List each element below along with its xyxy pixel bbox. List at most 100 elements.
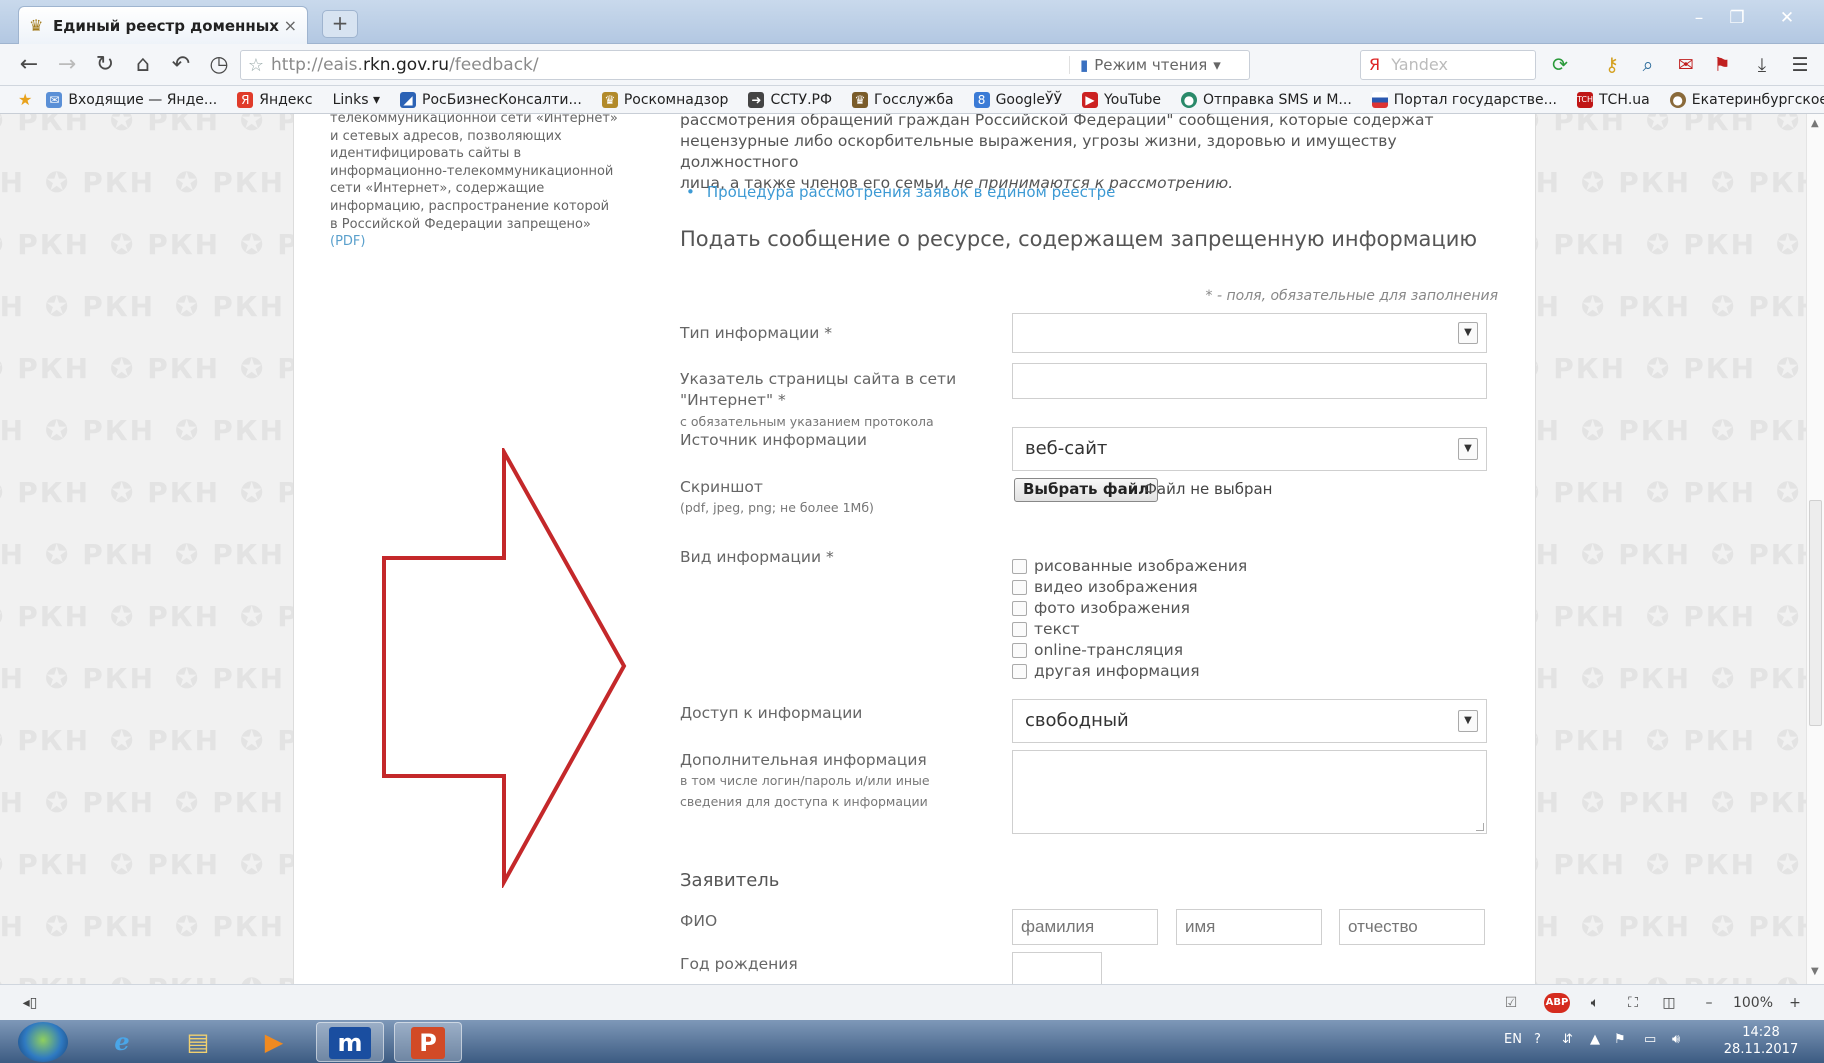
adblock-icon[interactable]: ABP (1544, 993, 1570, 1013)
checkbox-photo[interactable]: фото изображения (1012, 599, 1190, 617)
bookmark-item[interactable]: ♛ Госслужба (852, 91, 954, 108)
internet-explorer-icon[interactable]: e (88, 1022, 156, 1062)
bookmark-item[interactable]: ● Отправка SMS и М... (1180, 91, 1352, 108)
bookmark-item[interactable]: ➜ ССТУ.РФ (748, 91, 832, 108)
menu-icon[interactable]: ☰ (1786, 52, 1814, 78)
checkbox[interactable] (1012, 663, 1027, 679)
checkmark-icon[interactable]: ☑ (1500, 993, 1522, 1013)
fullscreen-icon[interactable]: ⛶ (1622, 993, 1644, 1013)
checkbox-online-stream[interactable]: online-трансляция (1012, 641, 1183, 659)
zoom-level[interactable]: 100% (1728, 993, 1778, 1013)
checkbox[interactable] (1012, 600, 1027, 616)
checkbox-video[interactable]: видео изображения (1012, 578, 1198, 596)
speaker-icon[interactable]: 🔊︎ (1672, 1032, 1680, 1047)
vertical-scrollbar[interactable]: ▲ ▼ (1806, 114, 1824, 984)
download-icon[interactable]: ⤓ (1748, 52, 1776, 78)
powerpoint-icon[interactable]: P (394, 1022, 462, 1062)
browser-statusbar: ◂▯ ☑ ABP 🔈︎ ⛶ ◫ – 100% + (0, 984, 1824, 1020)
web-page: ✪ РКН ✪ РКН ✪ РКН ✪ РКН ✪ РКН ✪ РКН ✪ РКН ✪ РКН… (0, 114, 1824, 984)
history-icon[interactable]: ◷ (204, 50, 234, 80)
sync-icon[interactable]: ⟳ (1546, 52, 1574, 78)
back-icon[interactable]: ← (14, 50, 44, 80)
volume-icon[interactable]: 🔈︎ (1584, 993, 1606, 1013)
watermark-text: ✪ РКН (1536, 476, 1627, 509)
bookmark-item[interactable]: Портал государстве... (1371, 91, 1557, 108)
checkbox-drawn-images[interactable]: рисованные изображения (1012, 557, 1247, 575)
surname-input[interactable] (1012, 909, 1158, 945)
url-input[interactable] (1012, 363, 1487, 399)
reading-mode-button[interactable]: ▮ Режим чтения ▾ (1069, 56, 1249, 74)
home-icon[interactable]: ⌂ (128, 50, 158, 80)
bookmark-item[interactable]: ✉ Входящие — Янде... (46, 91, 217, 108)
windows-start-button[interactable] (18, 1022, 68, 1062)
scrollbar-thumb[interactable] (1809, 500, 1822, 726)
procedure-link[interactable]: Процедура рассмотрения заявок в едином р… (686, 183, 1115, 201)
checkbox[interactable] (1012, 579, 1027, 595)
zoom-out-button[interactable]: – (1700, 993, 1718, 1013)
undo-close-icon[interactable]: ↶ (166, 50, 196, 80)
info-type-label: Тип информации * (680, 324, 832, 342)
checkbox[interactable] (1012, 558, 1027, 574)
close-window-icon[interactable]: ✕ (1770, 8, 1804, 28)
source-select[interactable]: веб-сайт ▼ (1012, 427, 1487, 471)
mail-icon[interactable]: ✉ (1672, 52, 1700, 78)
choose-file-button[interactable]: Выбрать файл (1014, 478, 1159, 502)
checkbox[interactable] (1012, 621, 1027, 637)
url-text[interactable]: http://eais.rkn.gov.ru/feedback/ (271, 55, 1069, 75)
flag-icon[interactable]: ⚑ (1708, 52, 1736, 78)
access-select[interactable]: свободный ▼ (1012, 699, 1487, 743)
watermark-text: ✪ РКН (0, 476, 91, 509)
name-input[interactable] (1176, 909, 1322, 945)
show-hidden-icons-icon[interactable]: ▲ (1590, 1032, 1600, 1047)
bookmark-item[interactable]: Я Яндекс (237, 91, 313, 108)
bookmark-item[interactable]: ▶ YouTube (1082, 91, 1161, 108)
dropdown-arrow-icon[interactable]: ▼ (1458, 438, 1478, 460)
network-icon[interactable]: ⇵ (1562, 1032, 1573, 1047)
checkbox-other[interactable]: другая информация (1012, 662, 1200, 680)
dropdown-arrow-icon[interactable]: ▼ (1458, 322, 1478, 344)
watermark-text: ✪ РКН (45, 166, 156, 199)
tab-close-icon[interactable]: × (284, 16, 297, 35)
translate-icon[interactable]: ⌕ (1634, 52, 1662, 78)
forward-icon[interactable]: → (52, 50, 82, 80)
address-bar[interactable]: ☆ http://eais.rkn.gov.ru/feedback/ ▮ Реж… (240, 50, 1250, 80)
browser-tab[interactable]: ♛ Единый реестр доменных им... × (18, 6, 308, 44)
birth-year-input[interactable] (1012, 952, 1102, 984)
bookmark-item[interactable]: ● Екатеринбургское (1669, 91, 1824, 108)
zoom-in-button[interactable]: + (1786, 993, 1804, 1013)
new-tab-button[interactable]: + (322, 10, 358, 38)
bookmark-item[interactable]: TCH ТСН.ua (1577, 91, 1650, 108)
extra-info-textarea[interactable] (1012, 750, 1487, 834)
bookmark-folder[interactable]: Links ▾ (333, 92, 380, 108)
file-explorer-icon[interactable]: ▤ (164, 1022, 232, 1062)
bookmark-item[interactable]: 8 GoogleЎЎ (973, 91, 1062, 108)
split-view-icon[interactable]: ◫ (1658, 993, 1680, 1013)
scroll-up-icon[interactable]: ▲ (1811, 118, 1819, 129)
sidebar-toggle-icon[interactable]: ◂▯ (20, 993, 40, 1013)
dropdown-arrow-icon[interactable]: ▼ (1458, 710, 1478, 732)
search-input[interactable]: Я Yandex (1360, 50, 1536, 80)
minimize-icon[interactable]: – (1682, 8, 1716, 28)
language-indicator[interactable]: EN (1504, 1032, 1522, 1047)
media-player-icon[interactable]: ▶ (240, 1022, 308, 1062)
bookmarks-star-icon[interactable]: ★ (18, 90, 32, 109)
key-icon[interactable]: ⚷ (1598, 52, 1626, 78)
action-center-icon[interactable]: ⚑ (1614, 1032, 1626, 1047)
bookmark-item[interactable]: ♛ Роскомнадзор (601, 91, 728, 108)
system-clock[interactable]: 14:28 28.11.2017 (1716, 1024, 1806, 1058)
checkbox-text[interactable]: текст (1012, 620, 1079, 638)
reload-icon[interactable]: ↻ (90, 50, 120, 80)
patronymic-input[interactable] (1339, 909, 1485, 945)
scroll-down-icon[interactable]: ▼ (1811, 966, 1819, 977)
help-icon[interactable]: ? (1534, 1032, 1541, 1047)
resize-handle-icon[interactable] (1476, 823, 1484, 831)
restore-icon[interactable]: ❐ (1720, 8, 1754, 28)
maxthon-browser-icon[interactable]: m (316, 1022, 384, 1062)
bookmark-item[interactable]: ◢ РосБизнесКонсалти... (400, 91, 582, 108)
info-type-select[interactable]: ▼ (1012, 313, 1487, 353)
checkbox[interactable] (1012, 642, 1027, 658)
pdf-link[interactable]: (PDF) (330, 234, 365, 249)
watermark-text: ✪ РКН (240, 114, 293, 137)
bookmark-star-icon[interactable]: ☆ (241, 55, 271, 76)
monitor-icon[interactable]: ▭ (1644, 1032, 1656, 1047)
